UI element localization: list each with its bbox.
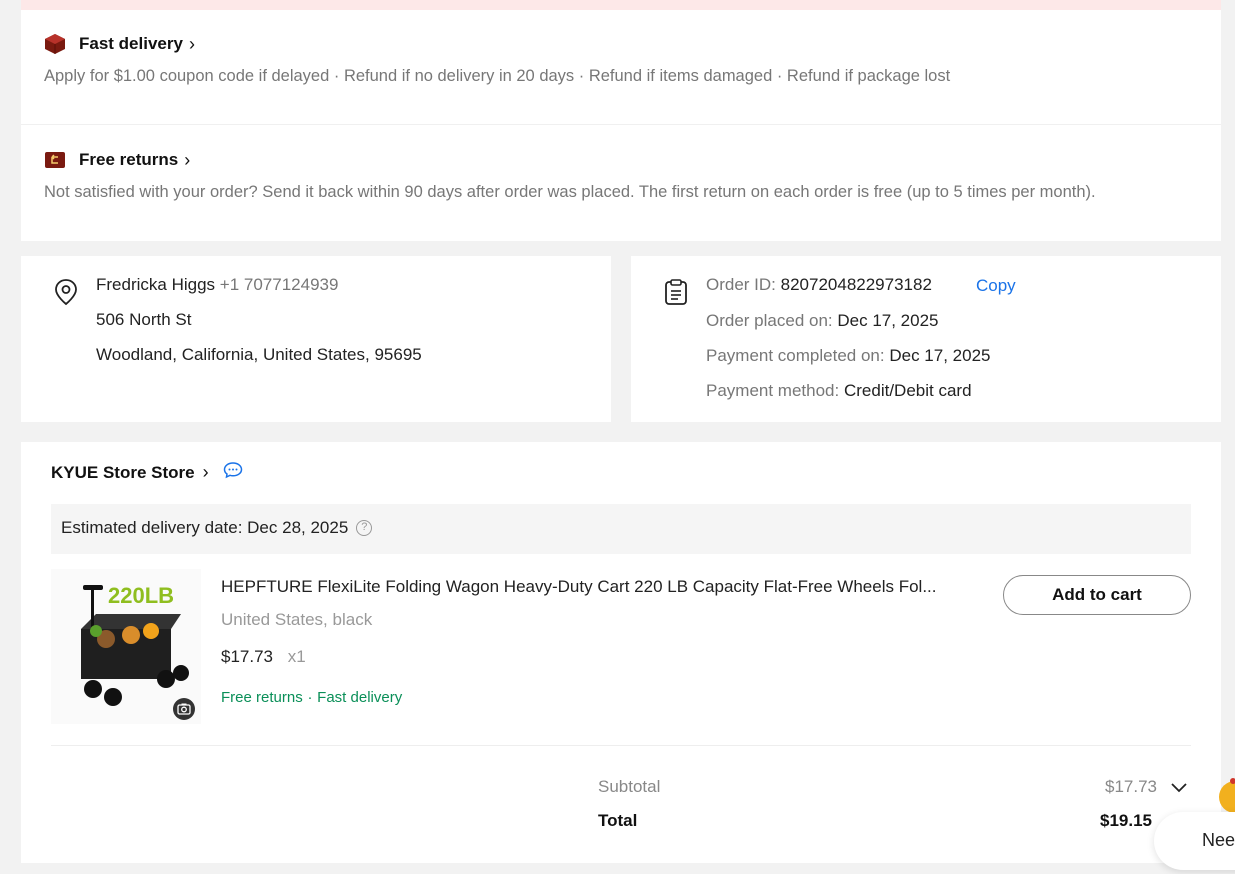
est-delivery-label: Estimated delivery date: <box>61 518 243 537</box>
product-quantity: x1 <box>287 647 306 666</box>
payment-completed-value: Dec 17, 2025 <box>889 346 991 365</box>
free-returns-link[interactable]: Free returns › <box>44 149 190 171</box>
tag-separator: · <box>307 689 313 706</box>
free-returns-desc: Not satisfied with your order? Send it b… <box>44 183 1096 201</box>
fast-delivery-link[interactable]: Fast delivery › <box>44 33 195 55</box>
address-city: Woodland, California, United States, 956… <box>96 345 422 364</box>
address-street: 506 North St <box>96 310 192 329</box>
product-image[interactable]: 220LB <box>51 569 201 724</box>
image-capacity-text: 220LB <box>108 583 175 608</box>
estimated-delivery-bar: Estimated delivery date: Dec 28, 2025 ? <box>51 504 1191 554</box>
free-returns-section: Free returns › Not satisfied with your o… <box>21 125 1221 241</box>
est-delivery-value: Dec 28, 2025 <box>247 518 349 537</box>
box-icon <box>44 33 66 55</box>
clipboard-icon <box>663 278 689 311</box>
chevron-right-icon: › <box>184 149 191 170</box>
chevron-down-icon[interactable] <box>1170 781 1188 800</box>
tag-free-returns: Free returns <box>221 689 303 706</box>
chat-bubble-label: Nee <box>1202 830 1235 850</box>
store-link[interactable]: KYUE Store Store › <box>51 461 243 484</box>
location-pin-icon <box>53 278 79 311</box>
camera-icon[interactable] <box>173 698 195 720</box>
total-label: Total <box>598 811 638 830</box>
subtotal-value: $17.73 <box>1105 777 1157 796</box>
total-value: $19.15 <box>1100 811 1152 830</box>
copy-order-id-link[interactable]: Copy <box>976 276 1016 296</box>
order-placed-value: Dec 17, 2025 <box>837 311 939 330</box>
tag-fast-delivery: Fast delivery <box>317 689 403 706</box>
product-price: $17.73 <box>221 647 273 666</box>
chat-bubble-icon[interactable] <box>223 461 243 484</box>
fast-delivery-title: Fast delivery <box>79 34 183 53</box>
product-price-line: $17.73 x1 <box>221 647 306 667</box>
free-returns-title: Free returns <box>79 150 179 169</box>
return-icon <box>44 149 66 171</box>
order-placed-line: Order placed on: Dec 17, 2025 <box>706 311 939 331</box>
fast-delivery-desc: Apply for $1.00 coupon code if delayed ·… <box>44 67 951 85</box>
order-info-card: Order ID: 8207204822973182 Copy Order pl… <box>631 256 1221 422</box>
chevron-right-icon: › <box>188 33 195 54</box>
subtotal-label: Subtotal <box>598 777 661 796</box>
help-chat-bubble[interactable]: Nee <box>1154 812 1235 870</box>
recipient-phone: +1 7077124939 <box>219 275 339 294</box>
product-title[interactable]: HEPFTURE FlexiLite Folding Wagon Heavy-D… <box>221 577 937 597</box>
recipient-name: Fredricka Higgs <box>96 275 216 294</box>
chevron-right-icon: › <box>202 462 209 482</box>
help-icon[interactable]: ? <box>356 520 373 536</box>
fast-delivery-section: Fast delivery › Apply for $1.00 coupon c… <box>21 10 1221 124</box>
order-id-label: Order ID: <box>706 275 776 294</box>
address-card: Fredricka Higgs +1 7077124939 506 North … <box>21 256 611 422</box>
payment-method-value: Credit/Debit card <box>843 381 972 400</box>
add-to-cart-button[interactable]: Add to cart <box>1003 575 1191 615</box>
recipient-line: Fredricka Higgs +1 7077124939 <box>96 275 338 295</box>
payment-completed-label: Payment completed on: <box>706 346 885 365</box>
divider <box>51 745 1191 746</box>
order-placed-label: Order placed on: <box>706 311 833 330</box>
store-name: KYUE Store Store <box>51 462 195 482</box>
top-banner-strip <box>21 0 1221 10</box>
product-tags: Free returns · Fast delivery <box>221 687 402 707</box>
estimated-delivery: Estimated delivery date: Dec 28, 2025 ? <box>61 518 373 538</box>
payment-method-label: Payment method: <box>706 381 840 400</box>
order-id-line: Order ID: 8207204822973182 <box>706 275 932 295</box>
payment-method-line: Payment method: Credit/Debit card <box>706 381 972 401</box>
order-id-value: 8207204822973182 <box>780 275 932 294</box>
product-variant: United States, black <box>221 610 373 629</box>
payment-completed-line: Payment completed on: Dec 17, 2025 <box>706 346 990 366</box>
